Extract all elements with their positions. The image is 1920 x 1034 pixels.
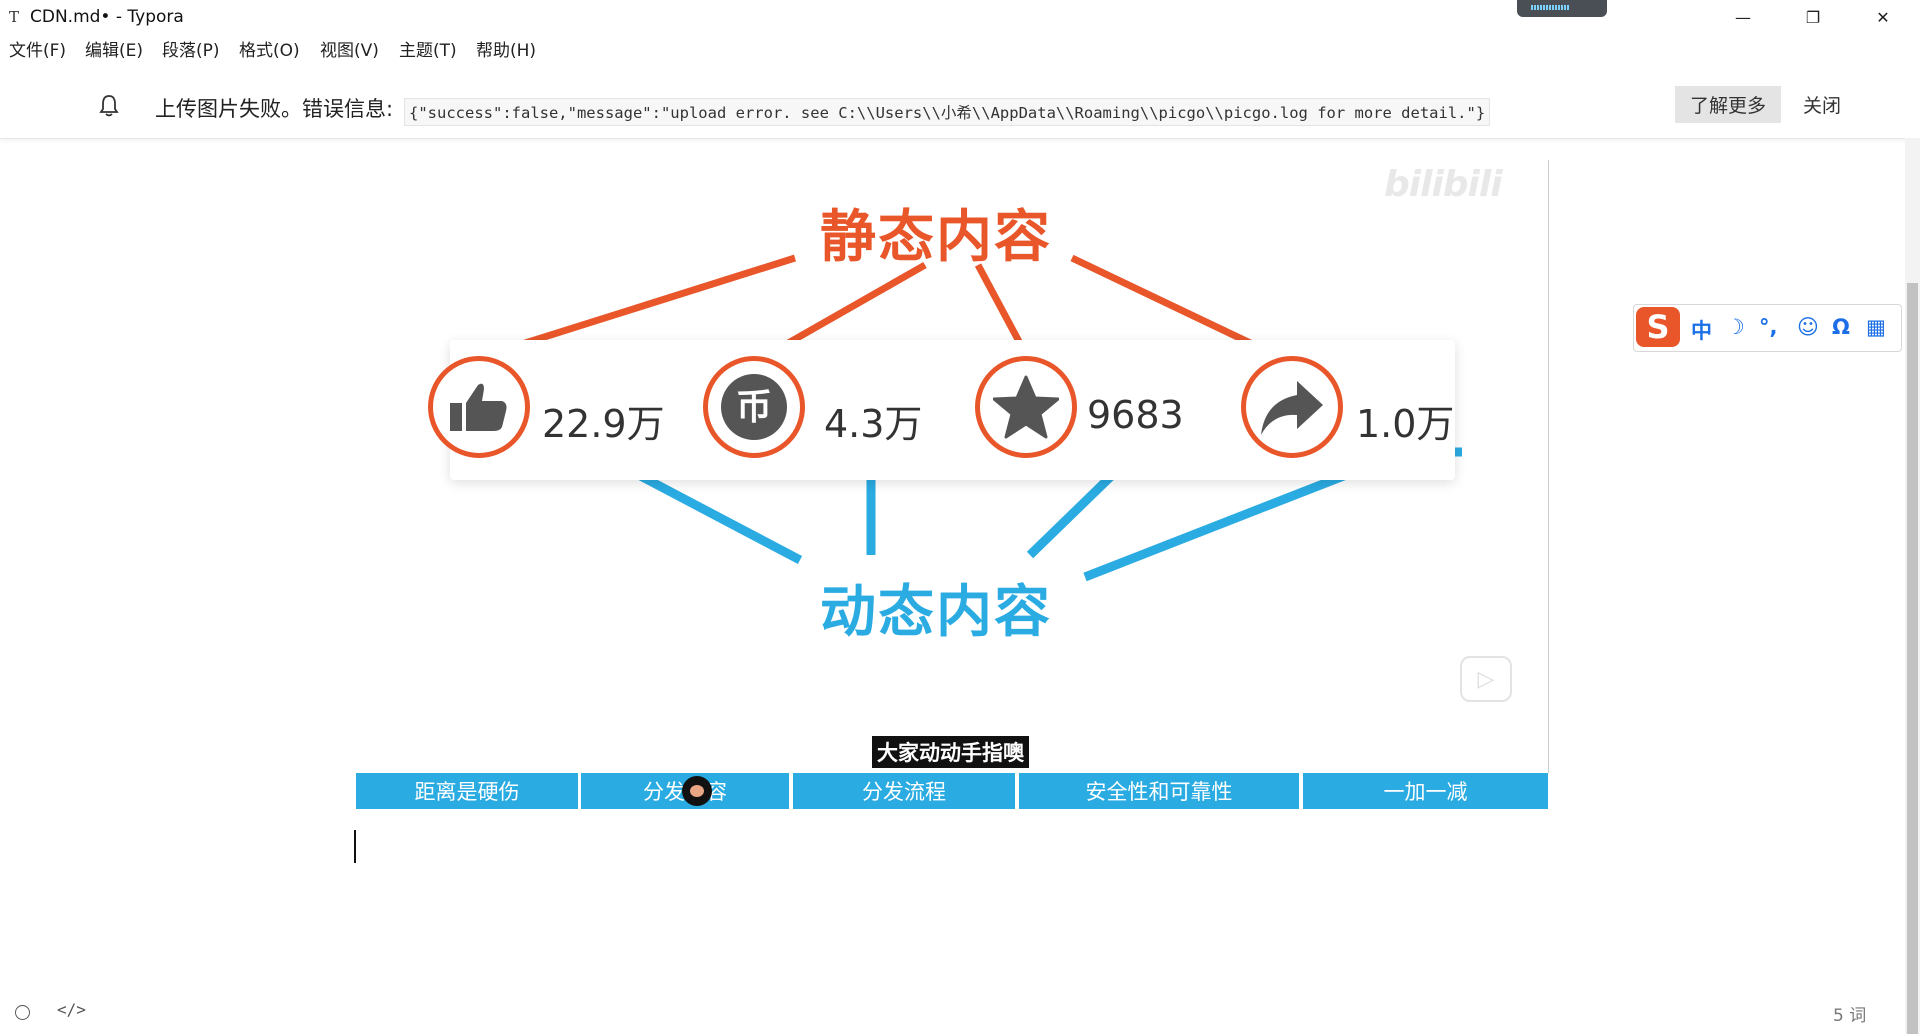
connector-lines: [463, 254, 1462, 582]
outline-toggle-icon[interactable]: [15, 1005, 30, 1020]
text-caret: [354, 830, 356, 863]
coin-count: 4.3万: [824, 402, 923, 446]
chapter-distribute-flow: 分发流程: [793, 773, 1015, 809]
like-count: 22.9万: [542, 402, 665, 446]
ime-toolbar[interactable]: S 中 ☽ °, ☺ Ω ▦: [1633, 304, 1902, 352]
ime-symbol-icon[interactable]: Ω: [1832, 315, 1850, 339]
static-content-label: 静态内容: [820, 205, 1052, 270]
word-count[interactable]: 5 词: [1833, 1001, 1866, 1026]
scrollbar-thumb[interactable]: [1907, 283, 1918, 1034]
favorite-count: 9683: [1087, 393, 1184, 437]
chapter-distance: 距离是硬伤: [356, 773, 578, 809]
dynamic-content-label: 动态内容: [820, 580, 1052, 645]
ime-toolbox-icon[interactable]: ▦: [1866, 315, 1886, 339]
coin-icon: 币: [703, 356, 805, 458]
thumbs-up-icon: [428, 356, 530, 458]
svg-text:币: 币: [736, 387, 772, 428]
sogou-logo-icon[interactable]: S: [1636, 307, 1680, 347]
chapter-add-subtract: 一加一减: [1303, 773, 1548, 809]
chapter-security: 安全性和可靠性: [1019, 773, 1299, 809]
ime-chinese-mode[interactable]: 中: [1691, 315, 1712, 345]
progress-cursor-dot: [682, 776, 712, 806]
chapter-bar: 距离是硬伤 分发内容 分发流程 安全性和可靠性 一加一减: [356, 773, 1548, 809]
ime-emoji-icon[interactable]: ☺: [1797, 315, 1819, 339]
source-code-mode-icon[interactable]: </>: [57, 1000, 86, 1019]
share-count: 1.0万: [1356, 402, 1455, 446]
play-button-icon: ▷: [1460, 656, 1512, 702]
ime-half-width-icon[interactable]: ☽: [1726, 315, 1745, 339]
video-subtitle: 大家动动手指噢: [872, 736, 1029, 768]
star-icon: [975, 356, 1077, 458]
ime-punctuation-icon[interactable]: °,: [1759, 315, 1777, 339]
share-icon: [1241, 356, 1343, 458]
